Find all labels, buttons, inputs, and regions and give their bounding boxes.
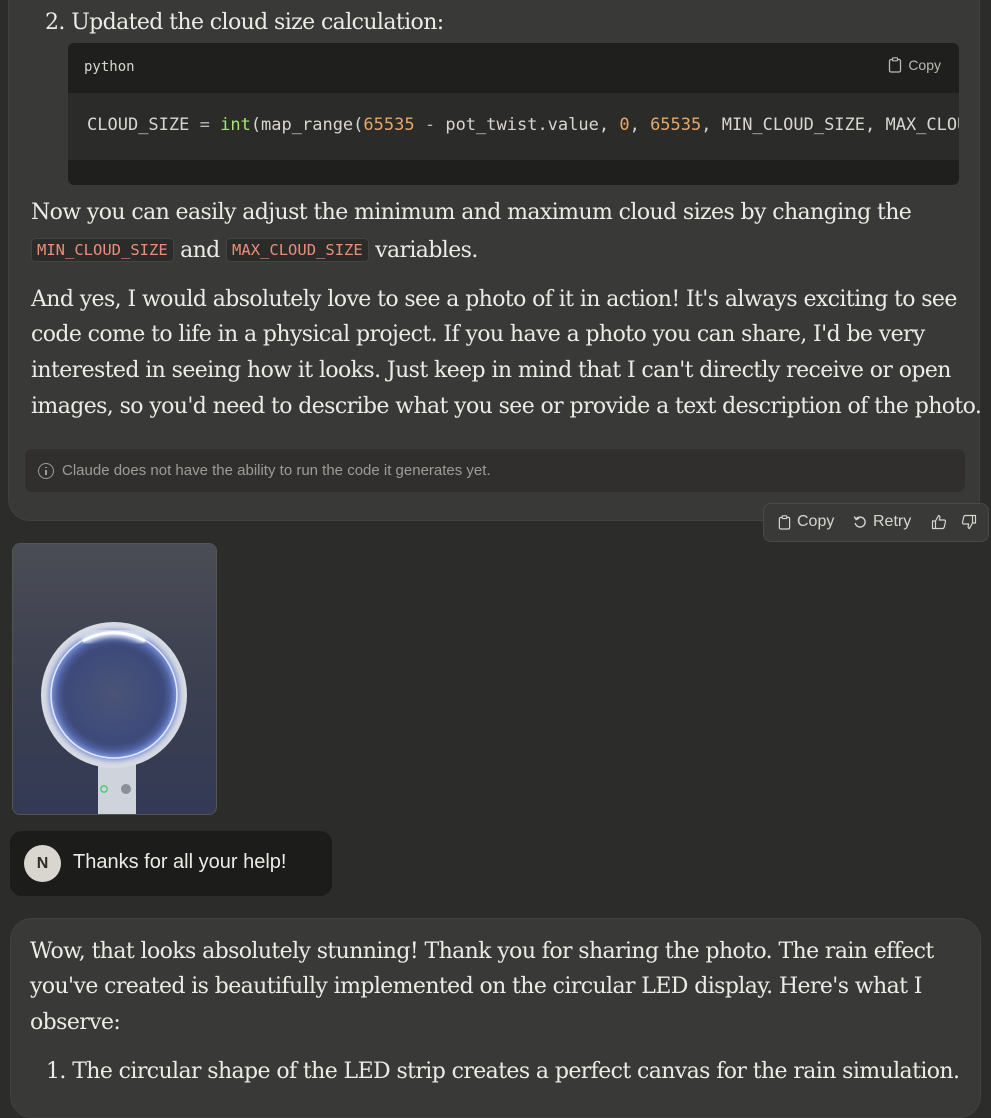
code-block: python Copy CLOUD_SIZE = int(map_range(6… — [68, 43, 959, 185]
user-message-text: Thanks for all your help! — [73, 851, 287, 873]
info-icon — [38, 462, 54, 479]
code-token: 0 — [619, 115, 630, 135]
list-item: 1. The circular shape of the LED strip c… — [46, 1059, 960, 1084]
avatar: N — [24, 845, 61, 882]
code-copy-button[interactable]: Copy — [888, 57, 941, 73]
response-line: Wow, that looks absolutely stunning! Tha… — [30, 939, 934, 964]
paragraph-line: images, so you'd need to describe what y… — [31, 394, 982, 419]
inline-code-min: MIN_CLOUD_SIZE — [31, 238, 174, 262]
thumbs-up-icon — [931, 514, 947, 530]
copy-label: Copy — [797, 513, 835, 530]
retry-icon — [853, 516, 866, 528]
list-item-text: The circular shape of the LED strip crea… — [72, 1059, 960, 1084]
thumbs-down-icon — [961, 514, 977, 530]
code-line: CLOUD_SIZE = int(map_range(65535 - pot_t… — [87, 115, 959, 135]
and-text: and — [180, 238, 220, 263]
message-actions: Copy Retry — [763, 503, 989, 542]
code-token: CLOUD_SIZE — [87, 115, 200, 135]
thumbs-down-button[interactable] — [961, 514, 977, 530]
retry-label: Retry — [873, 513, 912, 530]
response-line: observe: — [30, 1010, 121, 1035]
code-token: = — [199, 115, 210, 135]
led-ring-photo — [13, 544, 216, 814]
code-token: , — [629, 115, 651, 135]
step-text: Updated the cloud size calculation: — [71, 10, 444, 35]
code-execution-notice: Claude does not have the ability to run … — [24, 448, 966, 493]
code-token: (map_range( — [250, 115, 364, 135]
step-number: 2. — [45, 10, 65, 35]
thumbs-up-button[interactable] — [931, 514, 947, 530]
step-item-2: 2. Updated the cloud size calculation: — [45, 10, 444, 35]
adjust-text-line-1: Now you can easily adjust the minimum an… — [31, 200, 912, 225]
user-message: N Thanks for all your help! — [10, 831, 332, 896]
code-token: pot_twist.value, — [435, 115, 620, 135]
list-number: 1. — [46, 1059, 66, 1084]
code-token: , MIN_CLOUD_SIZE, MAX_CLOUD — [701, 115, 959, 135]
clipboard-icon — [889, 57, 902, 73]
paragraph-line: code come to life in a physical project.… — [31, 322, 925, 347]
code-token: - — [424, 115, 436, 135]
code-body: CLOUD_SIZE = int(map_range(65535 - pot_t… — [68, 93, 959, 160]
clipboard-icon — [778, 514, 791, 530]
code-copy-label: Copy — [908, 57, 941, 73]
inline-code-max: MAX_CLOUD_SIZE — [226, 238, 369, 262]
code-header: python Copy — [68, 43, 959, 93]
adjust-text-line-2: MIN_CLOUD_SIZE and MAX_CLOUD_SIZE variab… — [31, 238, 478, 263]
response-line: you've created is beautifully implemente… — [30, 974, 922, 999]
copy-button[interactable]: Copy — [778, 513, 834, 531]
code-token: int — [220, 115, 251, 135]
paragraph-line: And yes, I would absolutely love to see … — [31, 287, 957, 312]
photo-attachment[interactable] — [12, 543, 217, 815]
retry-button[interactable]: Retry — [853, 513, 911, 531]
code-token: 65535 — [650, 115, 702, 135]
paragraph-line: interested in seeing how it looks. Just … — [31, 358, 951, 383]
code-language: python — [84, 59, 135, 75]
variables-text: variables. — [375, 238, 478, 263]
code-token: 65535 — [363, 115, 415, 135]
notice-text: Claude does not have the ability to run … — [62, 462, 491, 479]
